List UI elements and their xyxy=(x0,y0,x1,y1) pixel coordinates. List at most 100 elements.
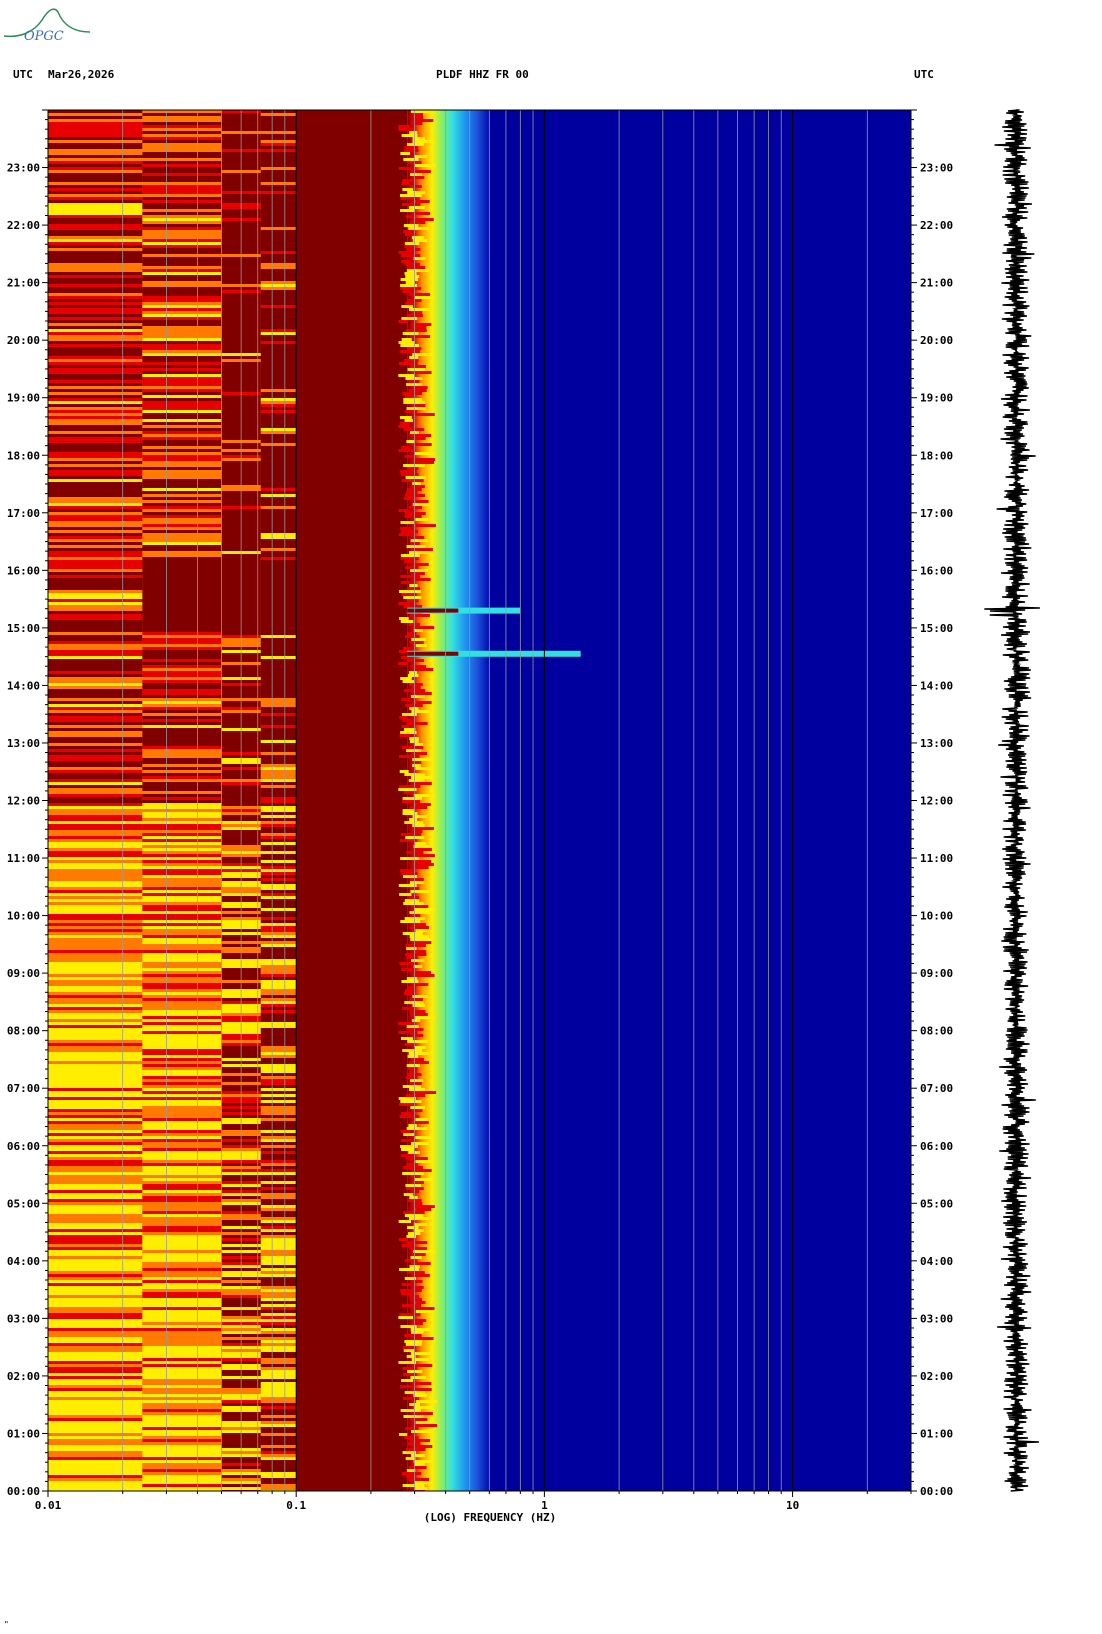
stripe-cell xyxy=(142,239,222,242)
edge-jitter xyxy=(411,1280,423,1283)
stripe-cell xyxy=(142,608,222,611)
edge-jitter xyxy=(415,842,426,845)
stripe-cell xyxy=(142,296,222,299)
edge-jitter xyxy=(409,641,424,644)
stripe-cell xyxy=(142,1436,222,1439)
edge-jitter xyxy=(399,770,409,773)
edge-jitter xyxy=(410,1298,423,1301)
edge-jitter xyxy=(402,680,415,683)
stripe-cell xyxy=(48,1232,143,1235)
edge-jitter xyxy=(400,530,419,533)
stripe-cell xyxy=(48,374,143,377)
stripe-cell xyxy=(260,281,297,284)
stripe-cell xyxy=(142,932,222,935)
stripe-cell xyxy=(260,1442,297,1445)
edge-jitter xyxy=(407,266,426,269)
stripe-cell xyxy=(142,635,222,638)
x-axis-title: (LOG) FREQUENCY (HZ) xyxy=(424,1511,556,1524)
stripe-cell xyxy=(142,695,222,698)
stripe-cell xyxy=(260,413,297,416)
stripe-cell xyxy=(142,776,222,779)
stripe-cell xyxy=(260,977,297,980)
stripe-cell xyxy=(260,1403,297,1406)
stripe-cell xyxy=(260,944,297,947)
stripe-cell xyxy=(48,1226,143,1229)
edge-jitter xyxy=(410,1328,430,1331)
stripe-cell xyxy=(260,1370,297,1373)
stripe-cell xyxy=(260,914,297,917)
stripe-cell xyxy=(48,1364,143,1367)
stripe-cell xyxy=(260,518,297,521)
edge-jitter xyxy=(409,881,425,884)
stripe-cell xyxy=(260,1316,297,1319)
edge-jitter xyxy=(405,215,415,218)
stripe-cell xyxy=(48,368,143,371)
stripe-cell xyxy=(260,1289,297,1292)
edge-jitter xyxy=(399,470,417,473)
stripe-cell xyxy=(142,119,222,122)
stripe-cell xyxy=(142,1184,222,1187)
stripe-cell xyxy=(142,866,222,869)
edge-jitter xyxy=(410,122,423,125)
stripe-cell xyxy=(48,1244,143,1247)
edge-jitter xyxy=(414,1463,425,1466)
stripe-cell xyxy=(48,1451,143,1454)
stripe-cell xyxy=(260,389,297,392)
edge-jitter xyxy=(406,1064,420,1067)
stripe-cell xyxy=(142,257,222,260)
stripe-cell xyxy=(142,761,222,764)
edge-jitter xyxy=(404,455,415,458)
stripe-cell xyxy=(260,1343,297,1346)
stripe-cell xyxy=(260,716,297,719)
y-tick-label: 09:00 xyxy=(920,967,953,980)
stripe-cell xyxy=(260,692,297,695)
stripe-cell xyxy=(260,1073,297,1076)
stripe-cell xyxy=(142,140,222,143)
edge-jitter xyxy=(405,377,423,380)
stripe-cell xyxy=(48,920,143,923)
edge-jitter xyxy=(408,671,418,674)
stripe-cell xyxy=(48,1334,143,1337)
stripe-cell xyxy=(142,623,222,626)
stripe-cell xyxy=(260,278,297,281)
stripe-cell xyxy=(260,629,297,632)
stripe-cell xyxy=(48,611,143,614)
stripe-cell xyxy=(48,413,143,416)
stripe-cell xyxy=(142,536,222,539)
stripe-cell xyxy=(142,452,222,455)
stripe-cell xyxy=(142,1469,222,1472)
stripe-cell xyxy=(142,1151,222,1154)
stripe-cell xyxy=(142,938,222,941)
stripe-cell xyxy=(142,917,222,920)
edge-jitter xyxy=(408,1478,430,1481)
edge-jitter xyxy=(411,1121,429,1124)
stripe-cell xyxy=(260,1223,297,1226)
stripe-cell xyxy=(48,848,143,851)
stripe-cell xyxy=(48,1220,143,1223)
stripe-cell xyxy=(142,1475,222,1478)
stripe-cell xyxy=(48,737,143,740)
edge-jitter xyxy=(399,1115,420,1118)
stripe-cell xyxy=(48,1265,143,1268)
y-tick-label: 14:00 xyxy=(7,679,40,692)
stripe-cell xyxy=(260,752,297,755)
stripe-cell xyxy=(48,761,143,764)
stripe-cell xyxy=(48,1298,143,1301)
stripe-cell xyxy=(48,1001,143,1004)
edge-jitter xyxy=(398,1103,413,1106)
stripe-cell xyxy=(48,677,143,680)
stripe-cell xyxy=(142,1016,222,1019)
stripe-cell xyxy=(142,1319,222,1322)
stripe-cell xyxy=(48,806,143,809)
stripe-cell xyxy=(142,1070,222,1073)
stripe-cell xyxy=(142,914,222,917)
stripe-cell xyxy=(260,146,297,149)
stripe-cell xyxy=(260,1007,297,1010)
stripe-cell xyxy=(48,1448,143,1451)
stripe-cell xyxy=(260,359,297,362)
edge-jitter xyxy=(413,1223,428,1226)
stripe-cell xyxy=(142,1265,222,1268)
edge-jitter xyxy=(413,1250,435,1253)
stripe-cell xyxy=(260,446,297,449)
stripe-cell xyxy=(260,524,297,527)
